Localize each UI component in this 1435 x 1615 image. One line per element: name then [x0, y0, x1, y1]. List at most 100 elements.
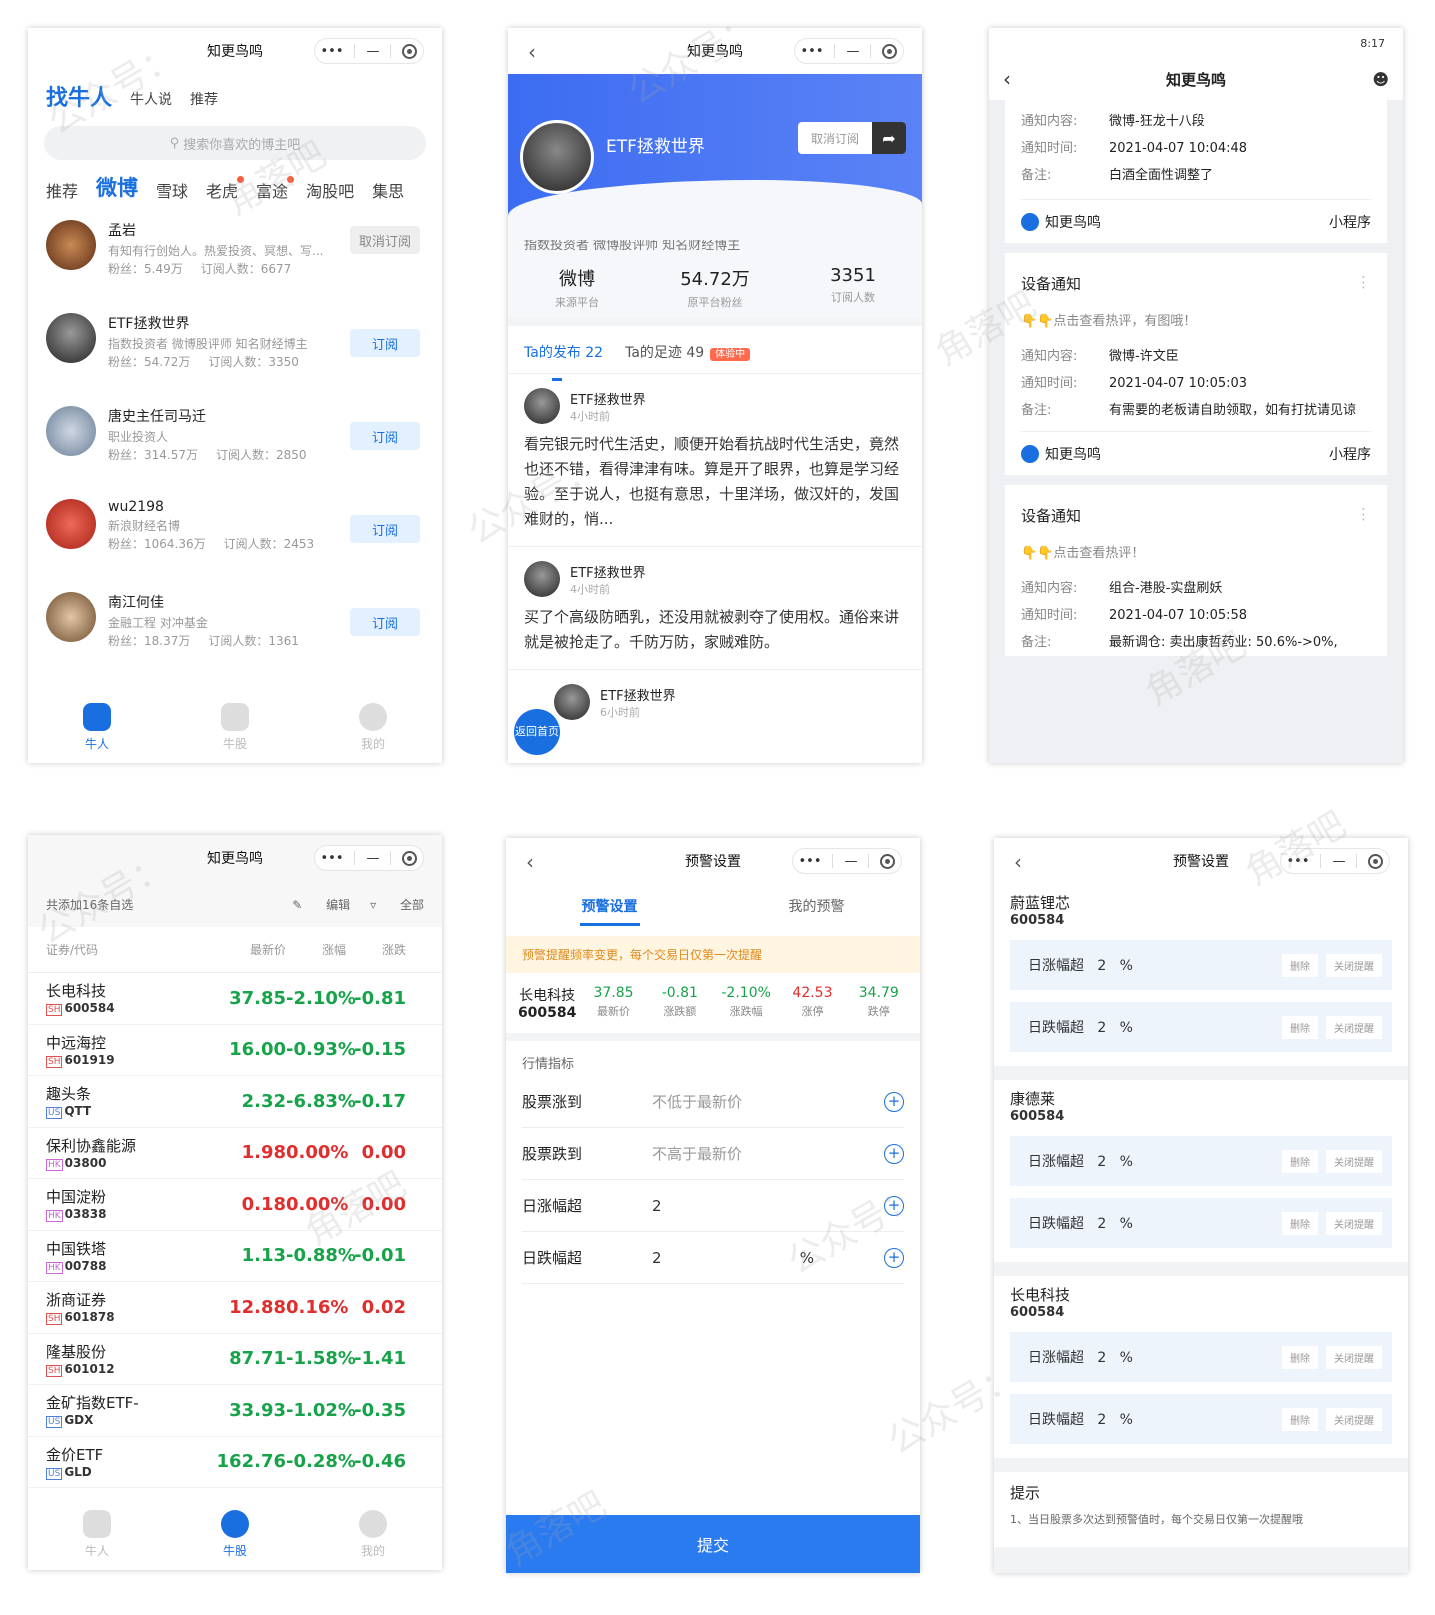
minimize-icon[interactable]: — [1332, 854, 1345, 869]
close-alert-button[interactable]: 关闭提醒 [1326, 953, 1382, 977]
tab-futu[interactable]: 富途 [256, 176, 295, 202]
back-icon[interactable]: ‹ [1014, 850, 1022, 874]
capsule-menu[interactable]: ••• — [792, 848, 902, 874]
table-row[interactable]: 中远海控 SH 601919 16.00 -0.93% -0.15 [28, 1025, 442, 1076]
tabbar-niuren[interactable]: 牛人 [28, 691, 166, 763]
search-input[interactable]: ⚲ 搜索你喜欢的博主吧 [44, 126, 426, 160]
capsule-menu[interactable]: ••• — [314, 845, 424, 871]
table-row[interactable]: 保利协鑫能源 HK 03800 1.98 0.00% 0.00 [28, 1128, 442, 1179]
delete-button[interactable]: 删除 [1282, 1407, 1318, 1431]
table-row[interactable]: 中国铁塔 HK 00788 1.13 -0.88% -0.01 [28, 1231, 442, 1282]
delete-button[interactable]: 删除 [1282, 1211, 1318, 1235]
submit-button[interactable]: 提交 [506, 1515, 920, 1573]
alert-row[interactable]: 日跌幅超 2 % 删除 关闭提醒 [1010, 1198, 1392, 1248]
tabbar-niugu[interactable]: 牛股 [166, 691, 304, 763]
table-row[interactable]: 中国淀粉 HK 03838 0.18 0.00% 0.00 [28, 1179, 442, 1231]
list-item[interactable]: 孟岩 有知有行创始人。热爱投资、冥想、写... 粉丝：5.49万 订阅人数：667… [46, 210, 424, 303]
close-target-icon[interactable] [1368, 853, 1384, 869]
close-target-icon[interactable] [402, 850, 418, 866]
minimize-icon[interactable]: — [366, 44, 379, 59]
alert-row[interactable]: 日跌幅超 2 % 删除 关闭提醒 [1010, 1394, 1392, 1444]
field-daily-fall[interactable]: 日跌幅超 2% + [522, 1232, 904, 1284]
plus-icon[interactable]: + [884, 1247, 904, 1268]
edit-button[interactable]: ✎ 编辑 [292, 898, 350, 912]
tab-taoguba[interactable]: 淘股吧 [306, 178, 354, 202]
col-change[interactable]: 涨跌 [346, 941, 406, 958]
close-alert-button[interactable]: 关闭提醒 [1326, 1149, 1382, 1173]
delete-button[interactable]: 删除 [1282, 1149, 1318, 1173]
unsubscribe-button[interactable]: 取消订阅 ➦ [798, 122, 906, 154]
table-row[interactable]: 金矿指数ETF- US GDX 33.93 -1.02% -0.35 [28, 1385, 442, 1437]
close-alert-button[interactable]: 关闭提醒 [1326, 1407, 1382, 1431]
close-alert-button[interactable]: 关闭提醒 [1326, 1345, 1382, 1369]
tab-alert-settings[interactable]: 预警设置 [506, 896, 713, 926]
tab-recommend[interactable]: 推荐 [190, 89, 218, 112]
col-pct[interactable]: 涨幅 [286, 941, 346, 958]
field-daily-rise[interactable]: 日涨幅超 2 + [522, 1180, 904, 1232]
post-item[interactable]: ETF拯救世界 4小时前 买了个高级防晒乳，还没用就被剥夺了使用权。通俗来讲就是被… [508, 547, 922, 670]
close-target-icon[interactable] [882, 43, 898, 59]
tabbar-mine[interactable]: 我的 [304, 691, 442, 763]
tab-xueqiu[interactable]: 雪球 [156, 178, 188, 202]
field-input[interactable]: 2 [652, 1197, 884, 1215]
notification-card[interactable]: 通知内容: 微博-狂龙十八段 通知时间: 2021-04-07 10:04:48 备… [1005, 100, 1387, 243]
close-target-icon[interactable] [402, 43, 418, 59]
close-alert-button[interactable]: 关闭提醒 [1326, 1211, 1382, 1235]
delete-button[interactable]: 删除 [1282, 1345, 1318, 1369]
back-home-button[interactable]: 返回首页 [514, 709, 560, 755]
subscribe-button[interactable]: 订阅 [350, 329, 420, 357]
minimize-icon[interactable]: — [846, 44, 859, 59]
tabbar-niugu[interactable]: 牛股 [166, 1498, 304, 1570]
more-icon[interactable]: ••• [320, 851, 343, 866]
table-row[interactable]: 隆基股份 SH 601012 87.71 -1.58% -1.41 [28, 1334, 442, 1385]
more-vertical-icon[interactable]: ⋮ [1356, 273, 1371, 294]
more-icon[interactable]: ••• [1286, 854, 1309, 869]
back-icon[interactable]: ‹ [528, 40, 536, 64]
delete-button[interactable]: 删除 [1282, 1015, 1318, 1039]
minimize-icon[interactable]: — [844, 854, 857, 869]
col-security[interactable]: 证券/代码 [46, 941, 196, 958]
back-icon[interactable]: ‹ [526, 850, 534, 874]
close-target-icon[interactable] [880, 853, 896, 869]
header-title[interactable]: 找牛人 [46, 80, 112, 112]
alert-row[interactable]: 日涨幅超 2 % 删除 关闭提醒 [1010, 1332, 1392, 1382]
plus-icon[interactable]: + [884, 1195, 904, 1216]
subscribe-button[interactable]: 订阅 [350, 422, 420, 450]
filter-button[interactable]: ▿ 全部 [370, 898, 424, 912]
plus-icon[interactable]: + [884, 1143, 904, 1164]
tab-my-alerts[interactable]: 我的预警 [713, 896, 920, 916]
more-icon[interactable]: ••• [800, 44, 823, 59]
list-item[interactable]: 南江何佳 金融工程 对冲基金 粉丝：18.37万 订阅人数：1361 订阅 [46, 582, 424, 675]
table-row[interactable]: 浙商证券 SH 601878 12.88 0.16% 0.02 [28, 1282, 442, 1334]
alert-row[interactable]: 日涨幅超 2 % 删除 关闭提醒 [1010, 1136, 1392, 1186]
tabbar-niuren[interactable]: 牛人 [28, 1498, 166, 1570]
notification-card[interactable]: 设备通知 ⋮ 👇👇点击查看热评，有图哦！ 通知内容: 微博-许文臣 通知时间: 202… [1005, 253, 1387, 475]
list-item[interactable]: ETF拯救世界 指数投资者 微博股评师 知名财经博主 粉丝：54.72万 订阅人数… [46, 303, 424, 396]
capsule-menu[interactable]: ••• — [794, 38, 904, 64]
tab-niuren-says[interactable]: 牛人说 [130, 89, 172, 112]
more-icon[interactable]: ••• [320, 44, 343, 59]
mini-program-link[interactable]: 小程序 [1329, 444, 1371, 464]
table-row[interactable]: 趣头条 US QTT 2.32 -6.83% -0.17 [28, 1076, 442, 1128]
plus-icon[interactable]: + [884, 1091, 904, 1112]
capsule-menu[interactable]: ••• — [1280, 848, 1390, 874]
minimize-icon[interactable]: — [366, 851, 379, 866]
tab-jisi[interactable]: 集思 [372, 178, 404, 202]
field-rise-to[interactable]: 股票涨到 不低于最新价 + [522, 1076, 904, 1128]
alert-row[interactable]: 日涨幅超 2 % 删除 关闭提醒 [1010, 940, 1392, 990]
col-price[interactable]: 最新价 [196, 941, 286, 958]
table-row[interactable]: 长电科技 SH 600584 37.85 -2.10% -0.81 [28, 973, 442, 1025]
table-row[interactable]: 金价ETF US GLD 162.76 -0.28% -0.46 [28, 1437, 442, 1488]
share-icon[interactable]: ➦ [872, 122, 906, 154]
back-icon[interactable]: ‹ [1003, 67, 1011, 91]
user-icon[interactable]: ☻ [1372, 70, 1389, 89]
tab-tiger[interactable]: 老虎 [206, 176, 245, 202]
capsule-menu[interactable]: ••• — [314, 38, 424, 64]
list-item[interactable]: 唐史主任司马迁 职业投资人 粉丝：314.57万 订阅人数：2850 订阅 [46, 396, 424, 489]
tabbar-mine[interactable]: 我的 [304, 1498, 442, 1570]
notification-card[interactable]: 设备通知 ⋮ 👇👇点击查看热评！ 通知内容: 组合-港股-实盘刷妖 通知时间: 202… [1005, 485, 1387, 656]
post-item[interactable]: ETF拯救世界 6小时前 [508, 670, 922, 734]
post-item[interactable]: ETF拯救世界 4小时前 看完银元时代生活史，顺便开始看抗战时代生活史，竟然也还不… [508, 374, 922, 547]
subscribe-button[interactable]: 订阅 [350, 515, 420, 543]
tab-weibo[interactable]: 微博 [96, 172, 138, 202]
